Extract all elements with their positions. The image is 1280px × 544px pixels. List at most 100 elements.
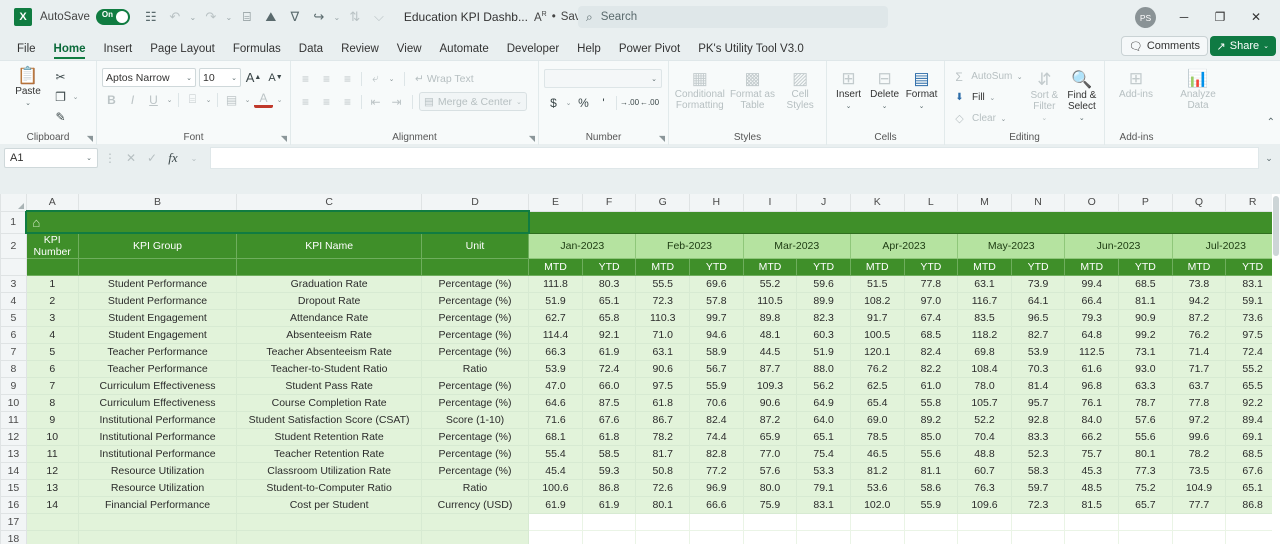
blank-cell[interactable] — [1118, 513, 1173, 531]
blank-cell[interactable] — [904, 530, 959, 544]
autosave-toggle[interactable]: On — [95, 9, 130, 25]
cell-value[interactable]: 80.1 — [1118, 445, 1173, 463]
cell-value[interactable]: 58.6 — [904, 479, 959, 497]
underline-button[interactable]: U — [144, 90, 163, 109]
cell-kpi-group[interactable]: Teacher Performance — [78, 360, 238, 378]
cell-value[interactable]: 99.2 — [1118, 326, 1173, 344]
blank-cell[interactable] — [528, 513, 583, 531]
cell-value[interactable]: 96.5 — [1011, 309, 1066, 327]
cell-value[interactable]: 94.2 — [1172, 292, 1227, 310]
cell-value[interactable]: 51.9 — [528, 292, 583, 310]
accounting-caret-icon[interactable]: ⌄ — [564, 99, 573, 107]
underline-caret-icon[interactable]: ⌄ — [165, 96, 174, 104]
cell-value[interactable]: 63.1 — [635, 343, 691, 361]
sort-filter-button[interactable]: ⇵ Sort & Filter ⌄ — [1028, 67, 1061, 124]
undo-caret-icon[interactable]: ⌄ — [188, 13, 198, 22]
sort-icon[interactable]: ⇅ — [344, 6, 366, 28]
align-top-icon[interactable]: ≡ — [296, 69, 315, 88]
cell-value[interactable]: 100.6 — [528, 479, 583, 497]
tab-view[interactable]: View — [388, 40, 431, 60]
cell-value[interactable]: 75.7 — [1064, 445, 1120, 463]
cell-value[interactable]: 61.8 — [582, 428, 637, 446]
cell-value[interactable]: 93.0 — [1118, 360, 1173, 378]
tab-review[interactable]: Review — [332, 40, 388, 60]
cell-unit[interactable]: Percentage (%) — [421, 292, 530, 310]
blank-cell[interactable] — [957, 530, 1012, 544]
borders-caret-icon[interactable]: ⌄ — [204, 96, 213, 104]
expand-formula-bar-icon[interactable]: ⌄ — [1262, 153, 1276, 164]
cell-value[interactable]: 67.4 — [904, 309, 959, 327]
cell-value[interactable]: 64.0 — [796, 411, 851, 429]
save-icon[interactable]: ☷ — [140, 6, 162, 28]
cell-value[interactable]: 58.3 — [1011, 462, 1066, 480]
cell-kpi-group[interactable]: Student Engagement — [78, 309, 238, 327]
title-banner-cell[interactable]: ⌂ — [25, 210, 530, 234]
column-header-l[interactable]: L — [903, 194, 959, 212]
header-cell-3[interactable]: Unit — [421, 233, 530, 259]
cell-value[interactable]: 66.0 — [582, 377, 637, 395]
cell-value[interactable]: 78.7 — [1118, 394, 1173, 412]
row-header-8[interactable]: 8 — [0, 360, 27, 378]
cell-value[interactable]: 97.2 — [1172, 411, 1227, 429]
enter-formula-icon[interactable]: ✓ — [143, 148, 161, 168]
cell-unit[interactable]: Percentage (%) — [421, 445, 530, 463]
formula-options-icon[interactable]: ⋮ — [101, 148, 119, 168]
cell-value[interactable]: 63.7 — [1172, 377, 1227, 395]
cell-kpi-group[interactable]: Teacher Performance — [78, 343, 238, 361]
cell-kpi-name[interactable]: Student Pass Rate — [236, 377, 422, 395]
cell-kpi-number[interactable]: 10 — [26, 428, 79, 446]
cell-value[interactable]: 90.6 — [635, 360, 691, 378]
row-header-2[interactable]: 2 — [0, 232, 27, 259]
more-commands-icon[interactable]: ⌵ — [368, 6, 390, 28]
formula-dropdown-icon[interactable]: ⌄ — [185, 148, 203, 168]
subheader-ytd-0[interactable]: YTD — [582, 258, 637, 276]
cell-value[interactable]: 87.2 — [1172, 309, 1227, 327]
cell-value[interactable]: 70.3 — [1011, 360, 1066, 378]
cell-value[interactable]: 66.6 — [689, 496, 744, 514]
blank-cell[interactable] — [582, 513, 637, 531]
cell-value[interactable]: 61.6 — [1064, 360, 1120, 378]
subheader-mtd-2[interactable]: MTD — [743, 258, 798, 276]
cell-value[interactable]: 94.6 — [689, 326, 744, 344]
font-color-caret-icon[interactable]: ⌄ — [275, 96, 284, 104]
cell-value[interactable]: 77.8 — [1172, 394, 1227, 412]
subheader-ytd-4[interactable]: YTD — [1011, 258, 1066, 276]
cell-value[interactable]: 82.4 — [689, 411, 744, 429]
cell-value[interactable]: 92.1 — [582, 326, 637, 344]
cell-value[interactable]: 48.1 — [743, 326, 798, 344]
increase-decimal-icon[interactable]: →.00 — [620, 93, 639, 112]
insert-function-icon[interactable]: fx — [164, 148, 182, 168]
cell-kpi-name[interactable]: Cost per Student — [236, 496, 422, 514]
subheader-mtd-1[interactable]: MTD — [635, 258, 691, 276]
column-header-n[interactable]: N — [1010, 194, 1066, 212]
cell-value[interactable]: 82.2 — [904, 360, 959, 378]
cell-kpi-name[interactable]: Course Completion Rate — [236, 394, 422, 412]
scrollbar-thumb[interactable] — [1273, 196, 1279, 256]
blank-cell[interactable] — [1064, 513, 1120, 531]
subheader-ytd-3[interactable]: YTD — [904, 258, 959, 276]
cell-value[interactable]: 82.4 — [904, 343, 959, 361]
tab-help[interactable]: Help — [568, 40, 610, 60]
cell-value[interactable]: 77.3 — [1118, 462, 1173, 480]
cell-kpi-group[interactable]: Student Performance — [78, 292, 238, 310]
cell-value[interactable]: 47.0 — [528, 377, 583, 395]
header-cell-2[interactable]: KPI Name — [236, 233, 422, 259]
cell-value[interactable]: 109.3 — [743, 377, 798, 395]
row-header-9[interactable]: 9 — [0, 377, 27, 395]
cell-value[interactable]: 59.3 — [582, 462, 637, 480]
cell-kpi-group[interactable]: Student Performance — [78, 275, 238, 293]
share-button[interactable]: ↗ Share ⌄ — [1209, 36, 1276, 56]
cell-value[interactable]: 79.1 — [796, 479, 851, 497]
cell-unit[interactable]: Percentage (%) — [421, 343, 530, 361]
conditional-formatting-button[interactable]: ▦ Conditional Formatting — [674, 66, 726, 111]
blank-cell[interactable] — [689, 530, 744, 544]
cell-value[interactable]: 55.6 — [1118, 428, 1173, 446]
cell-value[interactable]: 84.0 — [1064, 411, 1120, 429]
blank-cell[interactable] — [743, 530, 798, 544]
cell-value[interactable]: 80.0 — [743, 479, 798, 497]
sensitivity-icon[interactable]: AR — [534, 11, 547, 24]
tab-page-layout[interactable]: Page Layout — [141, 40, 224, 60]
row-header-18[interactable]: 18 — [0, 530, 27, 544]
column-header-h[interactable]: H — [689, 194, 744, 212]
align-left-icon[interactable]: ≡ — [296, 92, 315, 111]
